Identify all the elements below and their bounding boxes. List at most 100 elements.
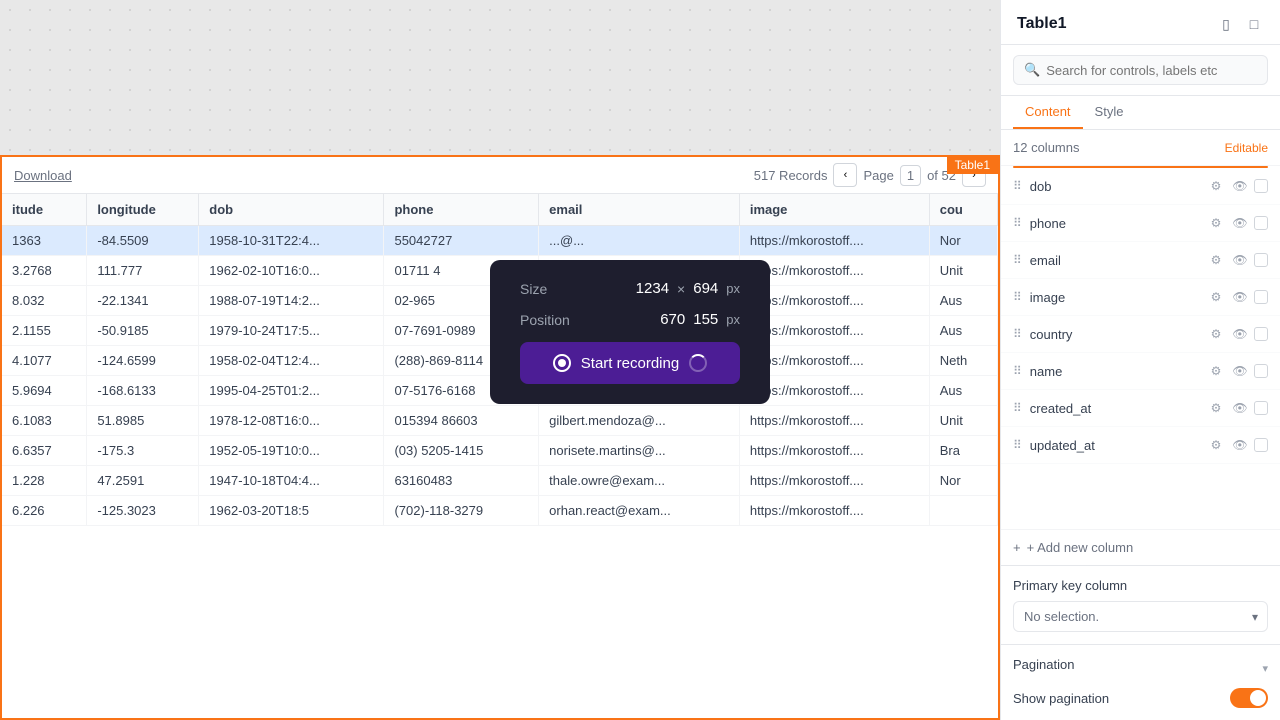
settings-icon[interactable]: ⚙ <box>1206 176 1226 196</box>
column-checkbox[interactable] <box>1254 327 1268 341</box>
table-cell-email[interactable]: norisete.martins@... <box>539 436 740 466</box>
eye-icon[interactable]: 👁 <box>1230 213 1250 233</box>
table-cell-dob[interactable]: 1979-10-24T17:5... <box>199 316 384 346</box>
table-cell-itude[interactable]: 1363 <box>2 226 87 256</box>
table-cell-longitude[interactable]: -168.6133 <box>87 376 199 406</box>
table-cell-image[interactable]: https://mkorostoff.... <box>739 436 929 466</box>
column-checkbox[interactable] <box>1254 253 1268 267</box>
drag-handle-icon[interactable]: ⠿ <box>1013 438 1022 452</box>
table-cell-phone[interactable]: (03) 5205-1415 <box>384 436 539 466</box>
table-cell-itude[interactable]: 1.228 <box>2 466 87 496</box>
drag-handle-icon[interactable]: ⠿ <box>1013 290 1022 304</box>
table-cell-dob[interactable]: 1995-04-25T01:2... <box>199 376 384 406</box>
tab-style[interactable]: Style <box>1083 96 1136 129</box>
table-cell-email[interactable]: orhan.react@exam... <box>539 496 740 526</box>
table-cell-phone[interactable]: 55042727 <box>384 226 539 256</box>
drag-handle-icon[interactable]: ⠿ <box>1013 364 1022 378</box>
table-cell-dob[interactable]: 1958-10-31T22:4... <box>199 226 384 256</box>
table-cell-country[interactable]: Nor <box>929 226 997 256</box>
table-cell-country[interactable]: Aus <box>929 376 997 406</box>
table-cell-longitude[interactable]: 111.777 <box>87 256 199 286</box>
current-page[interactable]: 1 <box>900 165 921 186</box>
table-cell-longitude[interactable]: -124.6599 <box>87 346 199 376</box>
table-cell-image[interactable]: https://mkorostoff.... <box>739 406 929 436</box>
eye-icon[interactable]: 👁 <box>1230 398 1250 418</box>
eye-icon[interactable]: 👁 <box>1230 176 1250 196</box>
settings-icon[interactable]: ⚙ <box>1206 250 1226 270</box>
table-cell-email[interactable]: ...@... <box>539 226 740 256</box>
settings-icon[interactable]: ⚙ <box>1206 435 1226 455</box>
table-cell-phone[interactable]: (702)-118-3279 <box>384 496 539 526</box>
table-cell-country[interactable]: Neth <box>929 346 997 376</box>
eye-icon[interactable]: 👁 <box>1230 287 1250 307</box>
table-cell-longitude[interactable]: -22.1341 <box>87 286 199 316</box>
settings-icon[interactable]: ⚙ <box>1206 213 1226 233</box>
settings-icon[interactable]: ⚙ <box>1206 361 1226 381</box>
table-cell-dob[interactable]: 1962-02-10T16:0... <box>199 256 384 286</box>
eye-icon[interactable]: 👁 <box>1230 361 1250 381</box>
tab-content[interactable]: Content <box>1013 96 1083 129</box>
table-cell-dob[interactable]: 1952-05-19T10:0... <box>199 436 384 466</box>
drag-handle-icon[interactable]: ⠿ <box>1013 216 1022 230</box>
table-cell-phone[interactable]: 015394 86603 <box>384 406 539 436</box>
table-cell-email[interactable]: gilbert.mendoza@... <box>539 406 740 436</box>
table-cell-country[interactable] <box>929 496 997 526</box>
drag-handle-icon[interactable]: ⠿ <box>1013 179 1022 193</box>
column-checkbox[interactable] <box>1254 401 1268 415</box>
eye-icon[interactable]: 👁 <box>1230 324 1250 344</box>
eye-icon[interactable]: 👁 <box>1230 435 1250 455</box>
table-cell-longitude[interactable]: -84.5509 <box>87 226 199 256</box>
table-cell-country[interactable]: Unit <box>929 256 997 286</box>
column-checkbox[interactable] <box>1254 438 1268 452</box>
table-cell-image[interactable]: https://mkorostoff.... <box>739 466 929 496</box>
settings-icon[interactable]: ⚙ <box>1206 398 1226 418</box>
table-cell-image[interactable]: https://mkorostoff.... <box>739 226 929 256</box>
table-cell-email[interactable]: thale.owre@exam... <box>539 466 740 496</box>
table-cell-longitude[interactable]: -125.3023 <box>87 496 199 526</box>
download-link[interactable]: Download <box>14 168 72 183</box>
prev-page-button[interactable]: ‹ <box>833 163 857 187</box>
table-cell-country[interactable]: Unit <box>929 406 997 436</box>
search-input[interactable] <box>1046 63 1257 78</box>
table-cell-itude[interactable]: 4.1077 <box>2 346 87 376</box>
show-pagination-toggle[interactable] <box>1230 688 1268 708</box>
primary-key-select[interactable]: No selection. <box>1013 601 1268 632</box>
settings-icon[interactable]: ⚙ <box>1206 287 1226 307</box>
table-cell-country[interactable]: Aus <box>929 316 997 346</box>
table-cell-longitude[interactable]: -175.3 <box>87 436 199 466</box>
table-cell-dob[interactable]: 1947-10-18T04:4... <box>199 466 384 496</box>
table-cell-country[interactable]: Nor <box>929 466 997 496</box>
table-cell-itude[interactable]: 5.9694 <box>2 376 87 406</box>
table-cell-itude[interactable]: 3.2768 <box>2 256 87 286</box>
table-cell-itude[interactable]: 6.226 <box>2 496 87 526</box>
column-checkbox[interactable] <box>1254 290 1268 304</box>
table-cell-longitude[interactable]: 51.8985 <box>87 406 199 436</box>
start-recording-button[interactable]: Start recording <box>520 342 740 384</box>
drag-handle-icon[interactable]: ⠿ <box>1013 401 1022 415</box>
table-cell-longitude[interactable]: -50.9185 <box>87 316 199 346</box>
table-cell-country[interactable]: Aus <box>929 286 997 316</box>
expand-icon[interactable]: □ <box>1244 14 1264 34</box>
table-cell-itude[interactable]: 2.1155 <box>2 316 87 346</box>
table-cell-itude[interactable]: 6.6357 <box>2 436 87 466</box>
table-cell-dob[interactable]: 1978-12-08T16:0... <box>199 406 384 436</box>
drag-handle-icon[interactable]: ⠿ <box>1013 327 1022 341</box>
drag-handle-icon[interactable]: ⠿ <box>1013 253 1022 267</box>
add-column-row[interactable]: + + Add new column <box>1001 529 1280 565</box>
column-checkbox[interactable] <box>1254 216 1268 230</box>
table-cell-phone[interactable]: 63160483 <box>384 466 539 496</box>
settings-icon[interactable]: ⚙ <box>1206 324 1226 344</box>
table-cell-itude[interactable]: 8.032 <box>2 286 87 316</box>
table-cell-longitude[interactable]: 47.2591 <box>87 466 199 496</box>
table-cell-dob[interactable]: 1988-07-19T14:2... <box>199 286 384 316</box>
table-cell-country[interactable]: Bra <box>929 436 997 466</box>
table-cell-image[interactable]: https://mkorostoff.... <box>739 496 929 526</box>
column-checkbox[interactable] <box>1254 364 1268 378</box>
column-checkbox[interactable] <box>1254 179 1268 193</box>
copy-icon[interactable]: ▯ <box>1216 14 1236 34</box>
table-cell-dob[interactable]: 1958-02-04T12:4... <box>199 346 384 376</box>
table-cell-dob[interactable]: 1962-03-20T18:5 <box>199 496 384 526</box>
eye-icon[interactable]: 👁 <box>1230 250 1250 270</box>
chevron-down-icon[interactable]: ▾ <box>1262 662 1268 675</box>
table-cell-itude[interactable]: 6.1083 <box>2 406 87 436</box>
